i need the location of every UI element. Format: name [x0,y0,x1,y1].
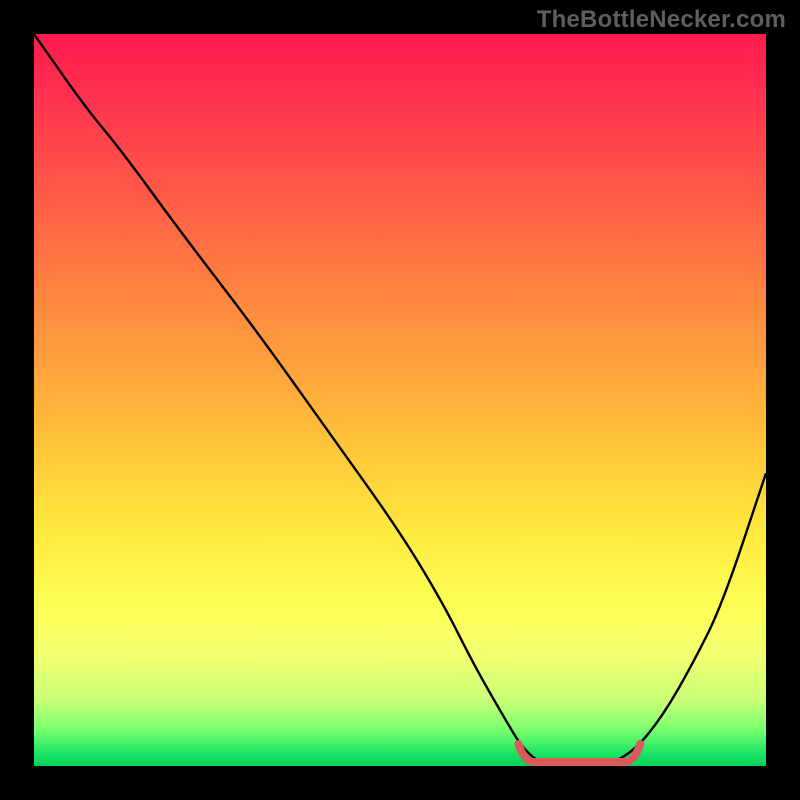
plot-gradient-background [34,34,766,766]
chart-frame: TheBottleNecker.com [0,0,800,800]
watermark-text: TheBottleNecker.com [537,6,786,34]
